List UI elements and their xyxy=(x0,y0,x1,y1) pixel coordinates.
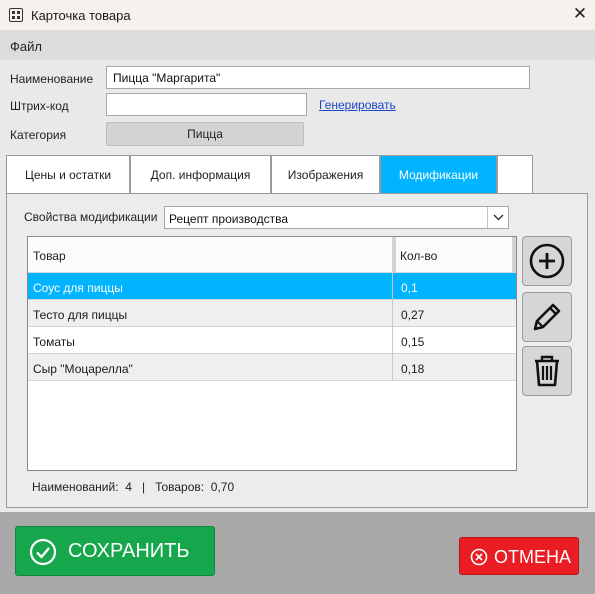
scrollbar-stub xyxy=(512,237,516,273)
category-label: Категория xyxy=(10,128,67,142)
menu-file[interactable]: Файл xyxy=(10,39,42,54)
check-circle-icon xyxy=(29,538,57,566)
tab-modifications[interactable]: Модификации xyxy=(380,155,497,193)
modification-property-select[interactable]: Рецепт производства xyxy=(164,206,509,229)
generate-barcode-link[interactable]: Генерировать xyxy=(319,98,396,112)
modification-property-label: Свойства модификации xyxy=(24,210,158,224)
column-divider[interactable] xyxy=(392,237,396,273)
cell-divider xyxy=(392,273,393,300)
table-summary: Наименований: 4 | Товаров: 0,70 xyxy=(32,480,234,494)
cell-divider xyxy=(392,300,393,327)
category-button[interactable]: Пицца xyxy=(106,122,304,146)
column-header-qty[interactable]: Кол-во xyxy=(400,249,437,263)
close-circle-icon xyxy=(470,548,488,566)
pencil-icon xyxy=(533,303,561,331)
app-icon xyxy=(9,8,23,22)
cancel-button[interactable]: ОТМЕНА xyxy=(459,537,579,575)
recipe-table: Товар Кол-во Соус для пиццы 0,1 Тесто дл… xyxy=(27,236,517,471)
status-separator: | xyxy=(141,480,146,494)
table-row[interactable]: Томаты 0,15 xyxy=(28,327,516,354)
table-row[interactable]: Сыр "Моцарелла" 0,18 xyxy=(28,354,516,381)
cell-divider xyxy=(392,327,393,354)
plus-circle-icon xyxy=(529,243,565,279)
chevron-down-icon[interactable] xyxy=(487,207,508,228)
barcode-label: Штрих-код xyxy=(10,99,69,113)
goods-total-label: Товаров: xyxy=(155,480,205,494)
barcode-input[interactable] xyxy=(106,93,307,116)
product-card-window: Карточка товара ✕ Файл Наименование Штри… xyxy=(0,0,595,594)
tab-empty[interactable] xyxy=(497,155,533,193)
add-row-button[interactable] xyxy=(522,236,572,286)
cell-divider xyxy=(392,354,393,381)
table-row[interactable]: Соус для пиццы 0,1 xyxy=(28,273,516,300)
cancel-button-label: ОТМЕНА xyxy=(494,547,572,567)
cell-product: Тесто для пиццы xyxy=(33,308,128,322)
names-count-value: 4 xyxy=(125,480,132,494)
name-label: Наименование xyxy=(10,72,94,86)
title-bar: Карточка товара ✕ xyxy=(0,0,595,31)
cell-product: Сыр "Моцарелла" xyxy=(33,362,133,376)
tab-prices-stock[interactable]: Цены и остатки xyxy=(6,155,130,193)
tab-extra-info[interactable]: Доп. информация xyxy=(130,155,271,193)
edit-row-button[interactable] xyxy=(522,292,572,342)
goods-total-value: 0,70 xyxy=(210,480,235,494)
delete-row-button[interactable] xyxy=(522,346,572,396)
window-title: Карточка товара xyxy=(31,8,131,23)
cell-product: Соус для пиццы xyxy=(33,281,123,295)
cell-product: Томаты xyxy=(33,335,75,349)
menu-bar: Файл xyxy=(0,31,595,60)
cell-qty: 0,1 xyxy=(401,281,418,295)
trash-icon xyxy=(535,355,559,387)
name-input[interactable] xyxy=(106,66,530,89)
close-button[interactable]: ✕ xyxy=(570,4,590,24)
names-count-label: Наименований: xyxy=(32,480,119,494)
save-button[interactable]: СОХРАНИТЬ xyxy=(15,526,215,576)
modification-property-value: Рецепт производства xyxy=(169,212,289,226)
table-header: Товар Кол-во xyxy=(28,237,516,273)
save-button-label: СОХРАНИТЬ xyxy=(68,540,190,562)
column-header-product[interactable]: Товар xyxy=(33,249,66,263)
cell-qty: 0,18 xyxy=(401,362,425,376)
tab-images[interactable]: Изображения xyxy=(271,155,380,193)
table-row[interactable]: Тесто для пиццы 0,27 xyxy=(28,300,516,327)
cell-qty: 0,15 xyxy=(401,335,425,349)
cell-qty: 0,27 xyxy=(401,308,425,322)
